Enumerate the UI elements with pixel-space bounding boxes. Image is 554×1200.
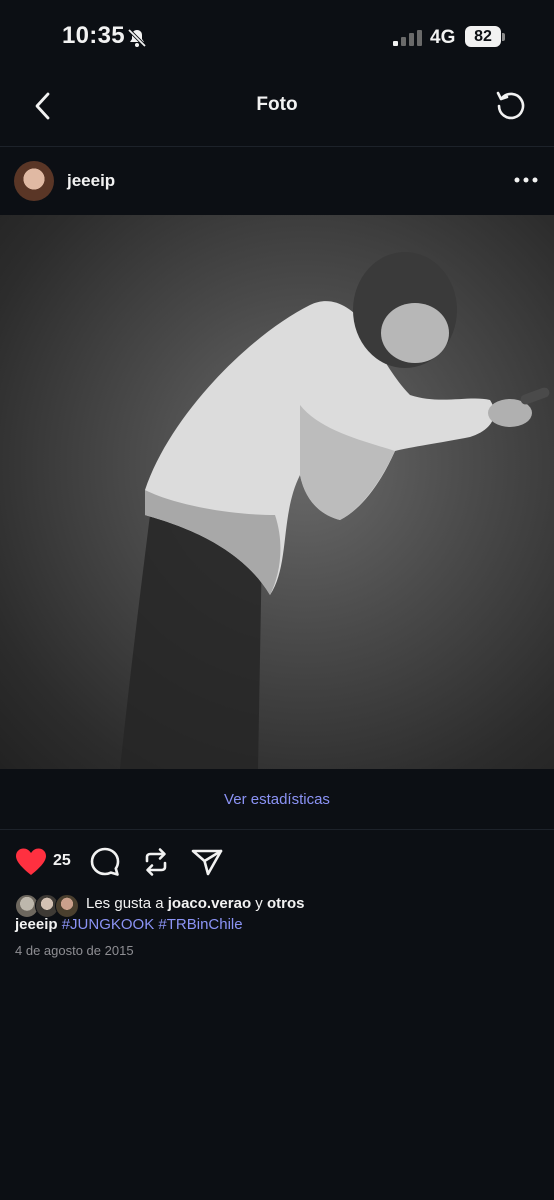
likes-summary[interactable]: Les gusta a joaco.verao y otros — [15, 893, 545, 918]
post-caption: jeeeip #JUNGKOOK #TRBinChile — [15, 916, 243, 933]
post-date: 4 de agosto de 2015 — [15, 943, 134, 958]
liked-by-user[interactable]: joaco.verao — [168, 895, 251, 912]
comment-icon[interactable] — [89, 846, 121, 878]
post-photo[interactable] — [0, 215, 554, 769]
status-bar: 10:35 4G 82 — [0, 0, 554, 76]
avatar[interactable] — [14, 161, 54, 201]
view-stats-link[interactable]: Ver estadísticas — [0, 791, 554, 808]
liker-avatar — [55, 894, 79, 918]
signal-icon — [393, 30, 422, 46]
hashtag-link[interactable]: #JUNGKOOK — [62, 916, 155, 933]
caption-username[interactable]: jeeeip — [15, 916, 58, 933]
photo-illustration — [120, 252, 550, 769]
action-bar: 25 — [0, 840, 554, 888]
nav-bar: Foto — [0, 76, 554, 147]
refresh-icon[interactable] — [494, 88, 528, 122]
like-count[interactable]: 25 — [53, 852, 71, 870]
send-icon[interactable] — [190, 846, 224, 878]
likes-others[interactable]: otros — [267, 895, 305, 912]
battery-tip — [502, 33, 505, 41]
heart-icon[interactable] — [15, 847, 47, 877]
more-icon[interactable] — [512, 173, 540, 187]
likes-prefix: Les gusta a — [86, 895, 164, 912]
stats-bar: Ver estadísticas — [0, 769, 554, 830]
hashtag-link[interactable]: #TRBinChile — [158, 916, 242, 933]
post-header: jeeeip — [0, 147, 554, 215]
username[interactable]: jeeeip — [67, 171, 115, 191]
status-time: 10:35 — [62, 22, 125, 49]
bell-off-icon — [127, 28, 147, 48]
network-type: 4G — [430, 27, 456, 48]
repost-icon[interactable] — [140, 846, 172, 878]
likes-text: Les gusta a joaco.verao y otros — [86, 895, 304, 912]
page-title: Foto — [256, 94, 298, 115]
likes-joiner: y — [255, 895, 263, 912]
battery-level: 82 — [465, 26, 501, 47]
